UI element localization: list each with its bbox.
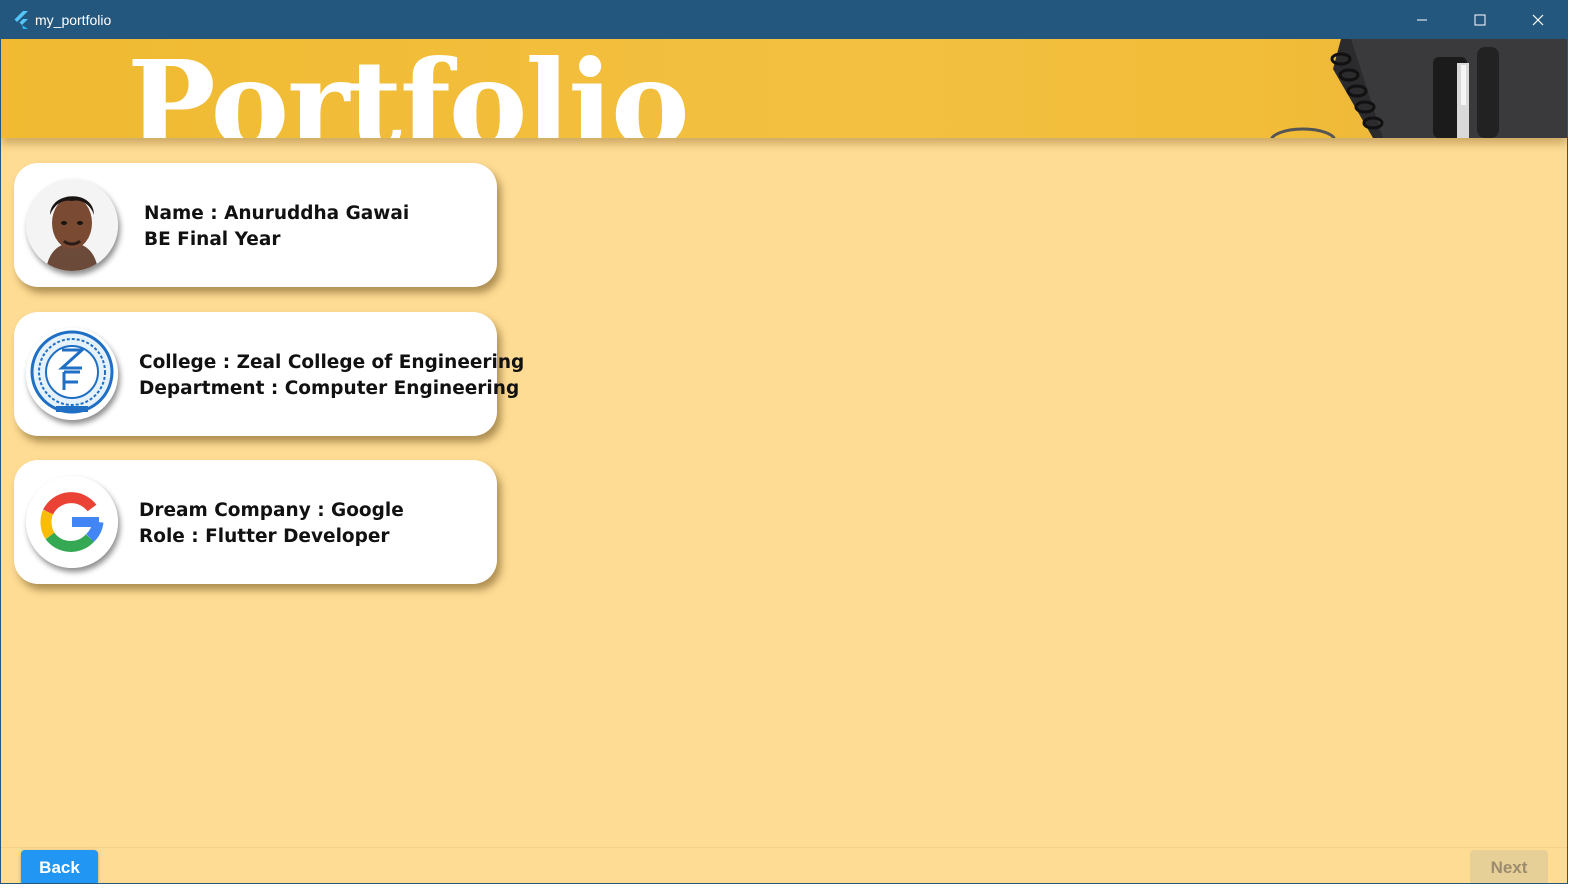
desk-supplies-image bbox=[1270, 39, 1567, 138]
banner-title: Portfolio bbox=[127, 39, 690, 139]
next-button[interactable]: Next bbox=[1470, 850, 1548, 883]
college-text: College : Zeal College of Engineering De… bbox=[139, 350, 524, 402]
back-button[interactable]: Back bbox=[21, 850, 98, 883]
person-avatar-icon bbox=[26, 179, 118, 271]
title-bar: my_portfolio bbox=[1, 1, 1567, 39]
bottom-navigation-bar: Back Next bbox=[1, 847, 1567, 883]
dream-company: Dream Company : Google bbox=[139, 500, 404, 521]
window-title: my_portfolio bbox=[35, 12, 112, 28]
college-department: Department : Computer Engineering bbox=[139, 378, 520, 399]
profile-name: Name : Anuruddha Gawai bbox=[144, 203, 410, 224]
college-emblem-icon bbox=[26, 328, 118, 420]
profile-year: BE Final Year bbox=[144, 229, 281, 250]
close-icon bbox=[1532, 14, 1544, 26]
maximize-icon bbox=[1474, 14, 1486, 26]
minimize-icon bbox=[1417, 19, 1427, 21]
profile-card: Name : Anuruddha Gawai BE Final Year bbox=[14, 163, 497, 287]
career-text: Dream Company : Google Role : Flutter De… bbox=[139, 498, 404, 550]
google-logo bbox=[26, 476, 118, 568]
college-logo bbox=[26, 328, 118, 420]
maximize-button[interactable] bbox=[1451, 1, 1509, 39]
college-card: College : Zeal College of Engineering De… bbox=[14, 312, 524, 436]
close-button[interactable] bbox=[1509, 1, 1567, 39]
career-card: Dream Company : Google Role : Flutter De… bbox=[14, 460, 497, 584]
college-name: College : Zeal College of Engineering bbox=[139, 352, 525, 373]
minimize-button[interactable] bbox=[1393, 1, 1451, 39]
flutter-logo-icon bbox=[14, 11, 28, 29]
profile-text: Name : Anuruddha Gawai BE Final Year bbox=[144, 201, 409, 253]
profile-photo bbox=[26, 179, 118, 271]
app-window: my_portfolio Portfolio Name: Anuruddha … bbox=[0, 0, 1568, 884]
google-g-icon bbox=[26, 476, 118, 568]
header-banner: Portfolio bbox=[1, 39, 1567, 138]
career-role: Role : Flutter Developer bbox=[139, 526, 390, 547]
